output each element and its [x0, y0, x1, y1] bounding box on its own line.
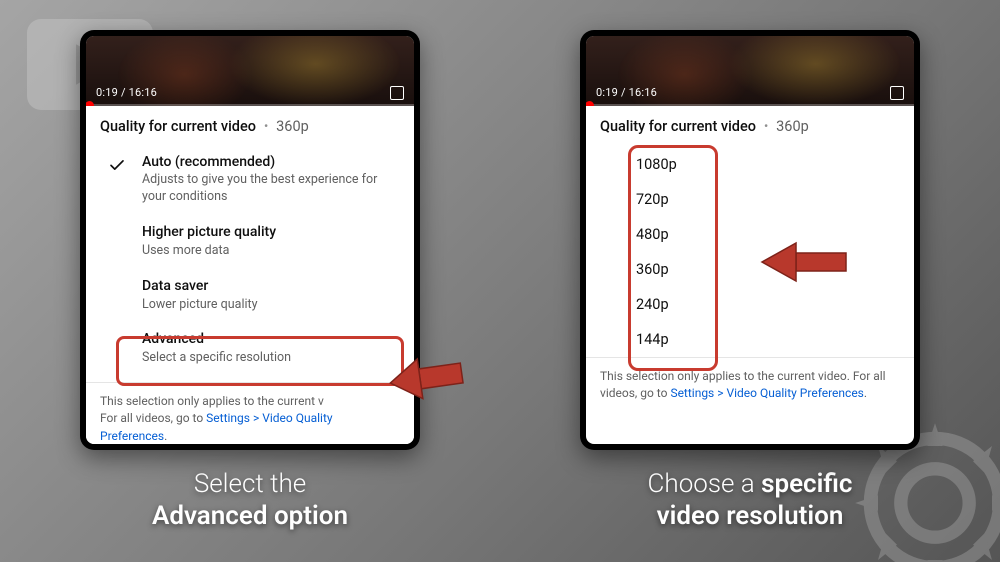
option-title: Auto (recommended) — [142, 154, 402, 171]
sheet-header: Quality for current video • 360p — [86, 106, 414, 145]
resolution-144p[interactable]: 144p — [636, 322, 669, 357]
video-player[interactable]: 0:19 / 16:16 — [586, 36, 914, 106]
option-higher-quality[interactable]: Higher picture quality Uses more data — [96, 215, 406, 269]
panel-right: 0:19 / 16:16 Quality for current video •… — [580, 30, 920, 533]
timecode: 0:19 / 16:16 — [596, 86, 657, 99]
option-subtitle: Lower picture quality — [142, 297, 402, 314]
caption-left: Select the Advanced option — [152, 468, 348, 533]
option-data-saver[interactable]: Data saver Lower picture quality — [96, 269, 406, 323]
option-title: Data saver — [142, 278, 402, 295]
fullscreen-icon[interactable] — [390, 86, 404, 100]
panel-left: 0:19 / 16:16 Quality for current video •… — [80, 30, 420, 533]
sheet-header: Quality for current video • 360p — [586, 106, 914, 145]
resolution-1080p[interactable]: 1080p — [636, 147, 677, 182]
phone-frame: 0:19 / 16:16 Quality for current video •… — [580, 30, 920, 450]
caption-right: Choose a specific video resolution — [648, 468, 853, 533]
option-advanced[interactable]: Advanced Select a specific resolution — [96, 322, 406, 376]
option-subtitle: Adjusts to give you the best experience … — [142, 172, 402, 206]
fullscreen-icon[interactable] — [890, 86, 904, 100]
footnote: This selection only applies to the curre… — [586, 357, 914, 417]
resolution-240p[interactable]: 240p — [636, 287, 669, 322]
settings-link[interactable]: Settings > Video Quality Preferences — [670, 386, 863, 400]
settings-link[interactable]: Settings > Video Quality Preferences — [100, 411, 333, 442]
option-title: Higher picture quality — [142, 224, 402, 241]
option-subtitle: Uses more data — [142, 243, 402, 260]
timecode: 0:19 / 16:16 — [96, 86, 157, 99]
option-title: Advanced — [142, 331, 402, 348]
video-player[interactable]: 0:19 / 16:16 — [86, 36, 414, 106]
resolution-720p[interactable]: 720p — [636, 182, 669, 217]
option-auto[interactable]: Auto (recommended) Adjusts to give you t… — [96, 145, 406, 216]
check-icon — [108, 156, 126, 207]
option-subtitle: Select a specific resolution — [142, 350, 402, 367]
footnote: This selection only applies to the curre… — [86, 382, 414, 443]
phone-frame: 0:19 / 16:16 Quality for current video •… — [80, 30, 420, 450]
resolution-480p[interactable]: 480p — [636, 217, 669, 252]
resolution-360p[interactable]: 360p — [636, 252, 669, 287]
